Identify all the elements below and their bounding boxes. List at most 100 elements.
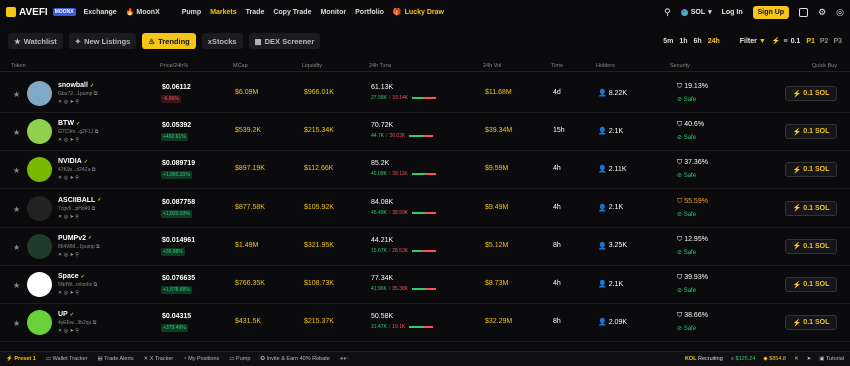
lightning-icon: ⚡ bbox=[792, 90, 802, 98]
timeframe-6h[interactable]: 6h bbox=[694, 38, 702, 45]
nav-trade[interactable]: Trade bbox=[246, 9, 265, 16]
trade-alerts[interactable]: ▤ Trade Alerts bbox=[97, 356, 133, 362]
telegram-icon[interactable]: ➤ bbox=[807, 356, 812, 362]
search-icon[interactable]: ⚲ bbox=[664, 7, 671, 18]
search-icon[interactable]: ⚲ bbox=[75, 290, 80, 296]
quick-buy-button[interactable]: ⚡ 0.1 SOL bbox=[785, 315, 837, 331]
col-txns[interactable]: 24h Txns bbox=[369, 63, 392, 69]
token-age: 4h bbox=[553, 203, 561, 211]
star-icon[interactable]: ★ bbox=[13, 90, 20, 99]
col-price[interactable]: Price/24h% bbox=[160, 63, 188, 69]
quick-buy-button[interactable]: ⚡ 0.1 SOL bbox=[785, 277, 837, 292]
x-tracker[interactable]: ✕ X Tracker bbox=[144, 356, 174, 362]
kol-recruiting[interactable]: KOL Recruiting bbox=[685, 356, 723, 362]
wallet-tracker[interactable]: ▭ Wallet Tracker bbox=[46, 356, 88, 362]
col-time[interactable]: Time bbox=[551, 63, 563, 69]
col-mcap[interactable]: MCap bbox=[233, 63, 248, 69]
x-social-icon[interactable]: ✕ bbox=[794, 356, 799, 362]
table-row[interactable]: ★ PUMPv2 ✓ 864WM...1pump ⧉ ✕◎➤⚲ $0.014961… bbox=[0, 228, 850, 266]
quick-buy-button[interactable]: ⚡ 0.1 SOL bbox=[785, 86, 837, 101]
signup-button[interactable]: Sign Up bbox=[752, 5, 790, 19]
col-token[interactable]: Token bbox=[11, 63, 26, 69]
copy-icon[interactable]: ⧉ bbox=[94, 282, 98, 288]
preset-p2[interactable]: P2 bbox=[820, 38, 829, 45]
table-row[interactable]: ★ NVIDIA ✓ 47K9s...d24Za ⧉ ✕◎➤⚲ $0.089719… bbox=[0, 151, 850, 190]
lightning-icon: ⚡ bbox=[792, 205, 802, 213]
filter-button[interactable]: Filter ▼ bbox=[740, 38, 766, 45]
token-address[interactable]: 5NrfW...mkmhs ⧉ bbox=[58, 282, 97, 288]
star-icon[interactable]: ★ bbox=[13, 243, 20, 252]
brand-logo[interactable]: AVEFI MOONX bbox=[6, 7, 76, 18]
col-liquidity[interactable]: Liquidity bbox=[302, 63, 322, 69]
my-positions[interactable]: ◔ My Positions bbox=[183, 356, 219, 362]
star-icon[interactable]: ★ bbox=[13, 319, 20, 328]
table-row[interactable]: ★ snowball ✓ Gbu72...1pump ⧉ ✕◎➤⚲ $0.0611… bbox=[0, 75, 850, 113]
tab-xstocks[interactable]: xStocks bbox=[201, 33, 243, 49]
security-safe: ⊘ Safe bbox=[677, 172, 696, 179]
nav-copy-trade[interactable]: Copy Trade bbox=[273, 9, 311, 16]
table-row[interactable]: ★ BTW ✓ G7C9m...g2F1J ⧉ ✕◎➤⚲ $0.05392 +49… bbox=[0, 113, 850, 152]
col-vol[interactable]: 24h Vol bbox=[483, 63, 501, 69]
star-icon[interactable]: ★ bbox=[13, 205, 20, 214]
star-icon[interactable]: ★ bbox=[13, 128, 20, 137]
tab-trending[interactable]: ♨ Trending bbox=[142, 33, 196, 49]
preset-p3[interactable]: P3 bbox=[833, 38, 842, 45]
quick-buy-button[interactable]: ⚡ 0.1 SOL bbox=[785, 162, 837, 178]
search-icon[interactable]: ⚲ bbox=[75, 175, 80, 181]
tab-new-listings[interactable]: ✦ New Listings bbox=[68, 33, 137, 49]
token-address[interactable]: 47K9s...d24Za ⧉ bbox=[58, 167, 96, 173]
star-icon[interactable]: ★ bbox=[13, 166, 20, 175]
nav-exchange[interactable]: Exchange bbox=[84, 9, 117, 16]
copy-icon[interactable]: ⧉ bbox=[94, 91, 98, 97]
nav-monitor[interactable]: Monitor bbox=[320, 9, 346, 16]
copy-icon[interactable]: ⧉ bbox=[92, 167, 96, 173]
tab-dex-screener[interactable]: ▦ DEX Screener bbox=[248, 33, 321, 49]
chain-selector[interactable]: SOL ▾ bbox=[680, 8, 712, 16]
timeframe-24h[interactable]: 24h bbox=[708, 38, 720, 45]
token-address[interactable]: 4yEEw...9b2qu ⧉ bbox=[58, 320, 96, 326]
invite-earn[interactable]: ✪ Invite & Earn 40% Rebate bbox=[260, 356, 329, 362]
token-address[interactable]: 7cgv5...pHd49 ⧉ bbox=[58, 206, 95, 212]
quick-buy-label: 0.1 SOL bbox=[803, 166, 830, 174]
security-percent: 37.36% bbox=[684, 159, 708, 167]
copy-icon[interactable]: ⧉ bbox=[93, 320, 97, 326]
quick-buy-button[interactable]: ⚡ 0.1 SOL bbox=[785, 238, 837, 254]
search-icon[interactable]: ⚲ bbox=[75, 99, 80, 105]
copy-icon[interactable]: ⧉ bbox=[92, 206, 96, 212]
search-icon[interactable]: ⚲ bbox=[75, 214, 80, 220]
nav-lucky-draw[interactable]: 🎁 Lucky Draw bbox=[393, 8, 444, 17]
search-icon[interactable]: ⚲ bbox=[75, 137, 80, 143]
copy-icon[interactable]: ⧉ bbox=[96, 244, 100, 250]
tab-watchlist[interactable]: ★ Watchlist bbox=[8, 33, 63, 49]
language-icon[interactable]: ◎ bbox=[836, 7, 844, 18]
search-icon[interactable]: ⚲ bbox=[75, 252, 80, 258]
token-address[interactable]: G7C9m...g2F1J ⧉ bbox=[58, 129, 98, 135]
search-icon[interactable]: ⚲ bbox=[75, 328, 80, 334]
table-row[interactable]: ★ ASCIIBALL ✓ 7cgv5...pHd49 ⧉ ✕◎➤⚲ $0.087… bbox=[0, 190, 850, 228]
pump-link[interactable]: ▭ Pump bbox=[229, 356, 250, 362]
table-row[interactable]: ★ UP ✓ 4yEEw...9b2qu ⧉ ✕◎➤⚲ $0.04315 +379… bbox=[0, 304, 850, 343]
col-holders[interactable]: Holders bbox=[596, 63, 615, 69]
nav-moonx[interactable]: 🔥 MoonX bbox=[126, 8, 160, 17]
nav-pump[interactable]: Pump bbox=[182, 9, 201, 16]
buy-amount-input[interactable]: ⚡ ≡ 0.1 bbox=[772, 37, 801, 46]
preset-p1[interactable]: P1 bbox=[806, 38, 815, 45]
timeframe-1h[interactable]: 1h bbox=[679, 38, 687, 45]
token-address[interactable]: 864WM...1pump ⧉ bbox=[58, 244, 100, 250]
user-icon: 👤 bbox=[598, 281, 607, 288]
star-icon[interactable]: ★ bbox=[13, 281, 20, 290]
quick-buy-button[interactable]: ⚡ 0.1 SOL bbox=[785, 200, 837, 216]
quick-buy-button[interactable]: ⚡ 0.1 SOL bbox=[785, 124, 837, 140]
download-icon[interactable] bbox=[799, 7, 809, 17]
chain-dots-icon[interactable]: ●●◦ bbox=[340, 356, 349, 362]
copy-icon[interactable]: ⧉ bbox=[95, 129, 99, 135]
login-button[interactable]: Log In bbox=[722, 9, 743, 16]
nav-portfolio[interactable]: Portfolio bbox=[355, 9, 384, 16]
token-address[interactable]: Gbu72...1pump ⧉ bbox=[58, 91, 97, 97]
tutorial-link[interactable]: ▣ Tutorial bbox=[819, 356, 844, 362]
settings-icon[interactable]: ⚙ bbox=[818, 7, 826, 18]
preset-selector[interactable]: ⚡ Preset 1 bbox=[6, 356, 36, 362]
nav-markets[interactable]: Markets bbox=[210, 9, 236, 16]
timeframe-5m[interactable]: 5m bbox=[663, 38, 673, 45]
table-row[interactable]: ★ Space ✓ 5NrfW...mkmhs ⧉ ✕◎➤⚲ $0.076635 … bbox=[0, 266, 850, 304]
